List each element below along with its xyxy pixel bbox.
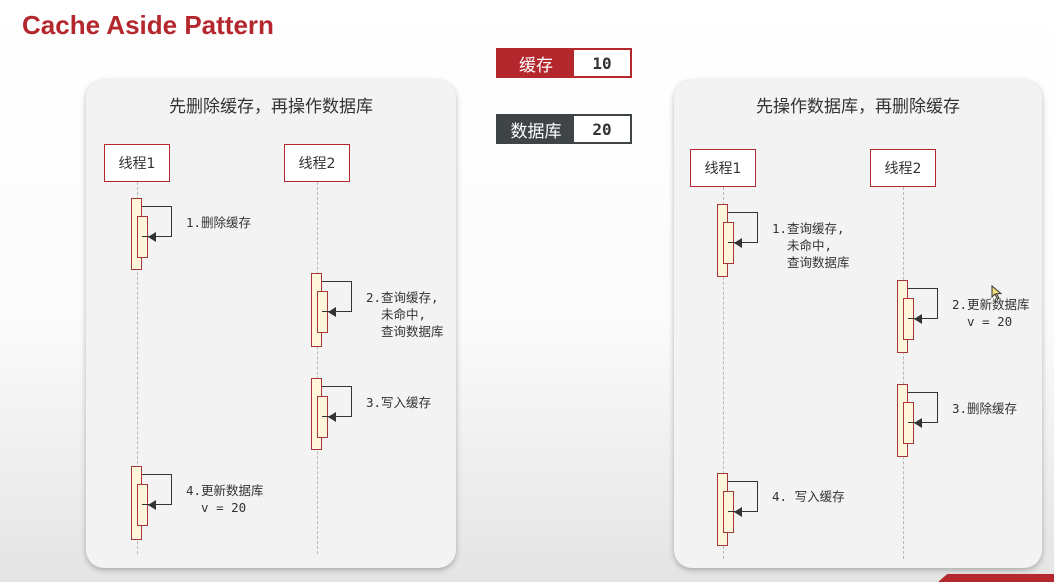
right-step2-self-call [908,288,938,319]
right-step1-label: 1.查询缓存, 未命中, 查询数据库 [772,221,850,270]
cache-value-box: 缓存 10 [496,48,632,78]
cache-value: 10 [574,50,630,76]
left-step1-label: 1.删除缓存 [186,215,252,230]
left-step3-self-call [322,386,352,417]
left-thread1-box: 线程1 [104,144,170,182]
right-panel-title: 先操作数据库，再删除缓存 [756,97,960,117]
cache-label: 缓存 [498,50,574,76]
left-step3-arrowhead [328,412,336,422]
right-step2-arrowhead [914,314,922,324]
right-thread1-box: 线程1 [690,149,756,187]
right-step4-label: 4. 写入缓存 [772,489,845,504]
left-step2-label: 2.查询缓存, 未命中, 查询数据库 [366,290,444,339]
right-step4-arrowhead [734,507,742,517]
db-label: 数据库 [498,116,574,142]
left-panel-title: 先删除缓存，再操作数据库 [169,97,373,117]
brand-corner-strip [938,574,1054,582]
left-step4-self-call [142,474,172,505]
left-thread2-box: 线程2 [284,144,350,182]
mouse-cursor-icon [991,285,1003,300]
left-step2-arrowhead [328,307,336,317]
right-thread2-box: 线程2 [870,149,936,187]
right-scenario-panel: 先操作数据库，再删除缓存 线程1 线程2 1.查询缓存, 未命中, 查询数据库 … [674,80,1042,568]
right-step4-self-call [728,481,758,512]
right-step3-label: 3.删除缓存 [952,401,1018,416]
left-thread2-lifeline [317,182,318,554]
right-step3-self-call [908,392,938,423]
right-step1-arrowhead [734,238,742,248]
left-scenario-panel: 先删除缓存，再操作数据库 线程1 线程2 1.删除缓存 2.查询缓存, 未命中,… [86,80,456,568]
db-value: 20 [574,116,630,142]
left-step1-arrowhead [148,232,156,242]
left-step4-label: 4.更新数据库 v = 20 [186,483,264,515]
left-step2-self-call [322,281,352,312]
right-thread2-lifeline [903,187,904,559]
right-step1-self-call [728,212,758,243]
left-step4-arrowhead [148,500,156,510]
right-step2-label: 2.更新数据库 v = 20 [952,297,1030,329]
page-title: Cache Aside Pattern [22,10,274,40]
left-step1-self-call [142,206,172,237]
right-step3-arrowhead [914,418,922,428]
left-step3-label: 3.写入缓存 [366,395,432,410]
db-value-box: 数据库 20 [496,114,632,144]
